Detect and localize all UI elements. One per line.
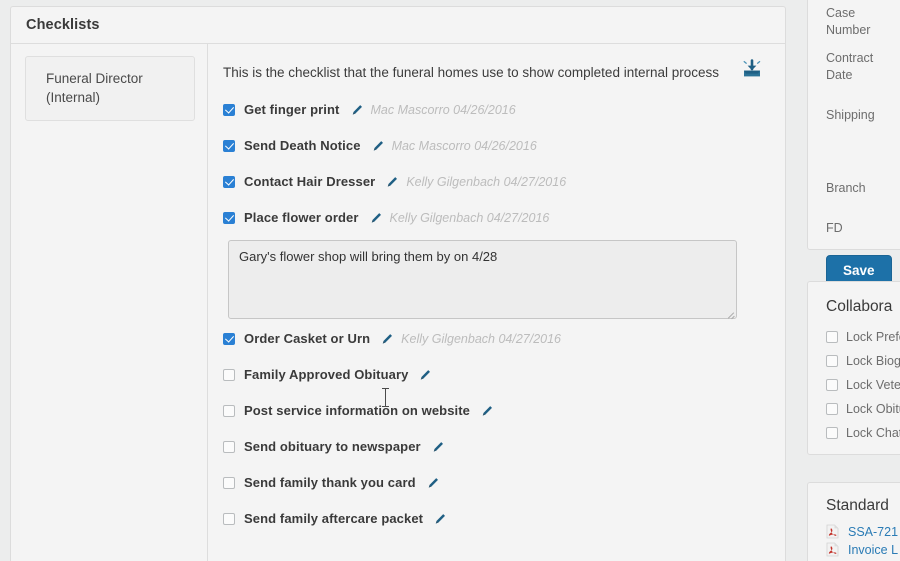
checklists-panel-header: Checklists [11,7,785,44]
field-label-number: Number [826,23,871,37]
checklist-item[interactable]: Place flower order Kelly Gilgenbach 04/2… [223,204,765,231]
pdf-icon [826,542,839,557]
checklists-panel-body: Funeral Director (Internal) This is the … [11,44,785,561]
standard-documents-title: Standard [826,497,889,514]
checklist-item-label: Send Death Notice [244,138,361,153]
pencil-icon[interactable] [351,104,363,116]
lock-preferences-row[interactable]: Lock Prefe [826,330,900,344]
checklist-item-attribution: Mac Mascorro 04/26/2016 [391,138,537,153]
checklist-item-label: Get finger print [244,102,340,117]
case-fields-card: Case Number Contract Date Shipping Branc… [807,0,900,287]
checklist-item-label: Send family thank you card [244,475,416,490]
download-icon[interactable] [741,58,763,80]
field-label-shipping: Shipping [826,108,875,122]
pencil-icon[interactable] [381,333,393,345]
lock-label: Lock Veter [846,378,900,392]
document-row[interactable]: Invoice L [826,542,900,557]
checkbox-send-obituary-to-newspaper[interactable] [223,440,235,453]
checkbox-lock-biography[interactable] [826,355,838,367]
checklist-item-label: Order Casket or Urn [244,331,371,346]
pencil-icon[interactable] [372,140,384,152]
lock-obituary-row[interactable]: Lock Obitu [826,402,900,416]
field-label-case: Case [826,6,856,20]
checklist-content-column: This is the checklist that the funeral h… [208,44,785,561]
lock-label: Lock Obitu [846,402,900,416]
checklist-item-label: Send obituary to newspaper [244,439,421,454]
resize-handle-icon[interactable] [727,309,735,317]
checklist-item-label: Place flower order [244,210,359,225]
checkbox-post-service-information-on-website[interactable] [223,404,235,417]
checklist-item[interactable]: Post service information on website [223,397,765,424]
checklist-item[interactable]: Send family thank you card [223,469,765,496]
checkbox-contact-hair-dresser[interactable] [223,175,235,188]
checklist-item[interactable]: Send Death Notice Mac Mascorro 04/26/201… [223,132,765,159]
checklist-description: This is the checklist that the funeral h… [223,65,719,80]
checklist-item[interactable]: Order Casket or Urn Kelly Gilgenbach 04/… [223,325,765,352]
note-field-wrapper [228,240,765,319]
checkbox-lock-preferences[interactable] [826,331,838,343]
pencil-icon[interactable] [427,477,439,489]
checkbox-place-flower-order[interactable] [223,211,235,224]
screen-root: Checklists Funeral Director (Internal) T… [0,0,900,561]
document-link[interactable]: SSA-721 [848,525,898,539]
checklist-item-label: Family Approved Obituary [244,367,409,382]
lock-biography-row[interactable]: Lock Biogr [826,354,900,368]
collaborators-card: Collabora Lock Prefe Lock Biogr Lock Vet… [807,281,900,455]
checklist-item-label: Post service information on website [244,403,470,418]
checklist-item[interactable]: Send family aftercare packet [223,505,765,532]
document-row[interactable]: SSA-721 [826,524,900,539]
checkbox-send-family-thank-you-card[interactable] [223,476,235,489]
page-title: Checklists [26,17,100,33]
pencil-icon[interactable] [370,212,382,224]
lock-label: Lock Biogr [846,354,900,368]
checkbox-lock-chat[interactable] [826,427,838,439]
pencil-icon[interactable] [481,405,493,417]
checkbox-lock-obituary[interactable] [826,403,838,415]
lock-chat-row[interactable]: Lock Chat [826,426,900,440]
right-sidebar: Case Number Contract Date Shipping Branc… [807,0,900,561]
lock-label: Lock Chat [846,426,900,440]
checklist-item[interactable]: Get finger print Mac Mascorro 04/26/2016 [223,96,765,123]
checklist-item-attribution: Kelly Gilgenbach 04/27/2016 [406,174,567,189]
field-label-contract: Contract [826,51,874,65]
checkbox-get-finger-print[interactable] [223,103,235,116]
checklist-item-attribution: Mac Mascorro 04/26/2016 [370,102,516,117]
field-label-date: Date [826,68,853,82]
pencil-icon[interactable] [434,513,446,525]
field-label-branch: Branch [826,181,866,195]
flower-order-note-textarea[interactable] [228,240,737,319]
checklist-nav-column: Funeral Director (Internal) [11,44,208,561]
checkbox-family-approved-obituary[interactable] [223,368,235,381]
page-left-edge [0,0,10,561]
field-label-fd: FD [826,221,843,235]
checklist-item-attribution: Kelly Gilgenbach 04/27/2016 [389,210,550,225]
checklists-panel: Checklists Funeral Director (Internal) T… [10,6,786,561]
checkbox-send-family-aftercare-packet[interactable] [223,512,235,525]
collaborators-title: Collabora [826,298,893,315]
pencil-icon[interactable] [419,369,431,381]
checklist-item[interactable]: Family Approved Obituary [223,361,765,388]
checklist-item[interactable]: Send obituary to newspaper [223,433,765,460]
checkbox-order-casket-or-urn[interactable] [223,332,235,345]
checkbox-send-death-notice[interactable] [223,139,235,152]
checklist-item-attribution: Kelly Gilgenbach 04/27/2016 [401,331,562,346]
standard-documents-card: Standard SSA-721 Invoice L [807,482,900,561]
lock-veteran-row[interactable]: Lock Veter [826,378,900,392]
pencil-icon[interactable] [386,176,398,188]
checklist-item-label: Contact Hair Dresser [244,174,376,189]
lock-label: Lock Prefe [846,330,900,344]
checklist-item-label: Send family aftercare packet [244,511,424,526]
checklist-item[interactable]: Contact Hair Dresser Kelly Gilgenbach 04… [223,168,765,195]
document-link[interactable]: Invoice L [848,543,898,557]
sidebar-item-label: Funeral Director (Internal) [46,71,143,105]
pencil-icon[interactable] [432,441,444,453]
pdf-icon [826,524,839,539]
sidebar-item-funeral-director[interactable]: Funeral Director (Internal) [25,56,195,121]
checkbox-lock-veteran[interactable] [826,379,838,391]
